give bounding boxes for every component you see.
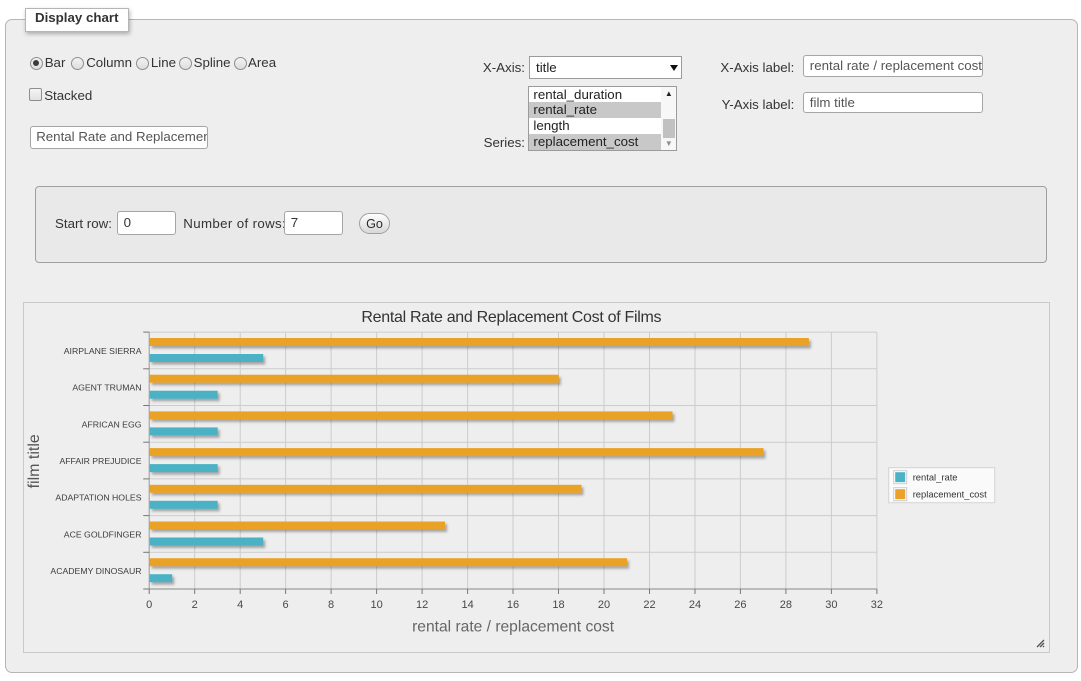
svg-text:rental rate / replacement cost: rental rate / replacement cost: [412, 618, 615, 635]
svg-text:AIRPLANE SIERRA: AIRPLANE SIERRA: [63, 345, 141, 355]
svg-text:20: 20: [597, 599, 609, 611]
svg-text:AFFAIR PREJUDICE: AFFAIR PREJUDICE: [59, 456, 141, 466]
svg-text:24: 24: [688, 599, 700, 611]
svg-text:AGENT TRUMAN: AGENT TRUMAN: [72, 382, 141, 392]
svg-text:28: 28: [779, 599, 791, 611]
svg-text:replacement_cost: replacement_cost: [912, 488, 986, 499]
svg-text:ADAPTATION HOLES: ADAPTATION HOLES: [55, 492, 141, 502]
svg-text:2: 2: [191, 599, 197, 611]
svg-text:film title: film title: [25, 434, 42, 488]
svg-text:16: 16: [506, 599, 518, 611]
svg-text:8: 8: [328, 599, 334, 611]
svg-text:rental_rate: rental_rate: [912, 471, 957, 482]
svg-text:18: 18: [552, 599, 564, 611]
svg-text:AFRICAN EGG: AFRICAN EGG: [81, 419, 141, 429]
svg-text:30: 30: [825, 599, 837, 611]
svg-text:0: 0: [146, 599, 152, 611]
svg-text:14: 14: [461, 599, 473, 611]
svg-text:ACADEMY DINOSAUR: ACADEMY DINOSAUR: [50, 566, 141, 576]
svg-text:10: 10: [370, 599, 382, 611]
svg-text:Rental Rate and Replacement Co: Rental Rate and Replacement Cost of Film…: [361, 309, 661, 326]
svg-text:6: 6: [282, 599, 288, 611]
svg-text:4: 4: [237, 599, 243, 611]
svg-text:32: 32: [870, 599, 882, 611]
svg-text:26: 26: [734, 599, 746, 611]
svg-text:ACE GOLDFINGER: ACE GOLDFINGER: [63, 529, 141, 539]
svg-text:12: 12: [415, 599, 427, 611]
svg-text:22: 22: [643, 599, 655, 611]
